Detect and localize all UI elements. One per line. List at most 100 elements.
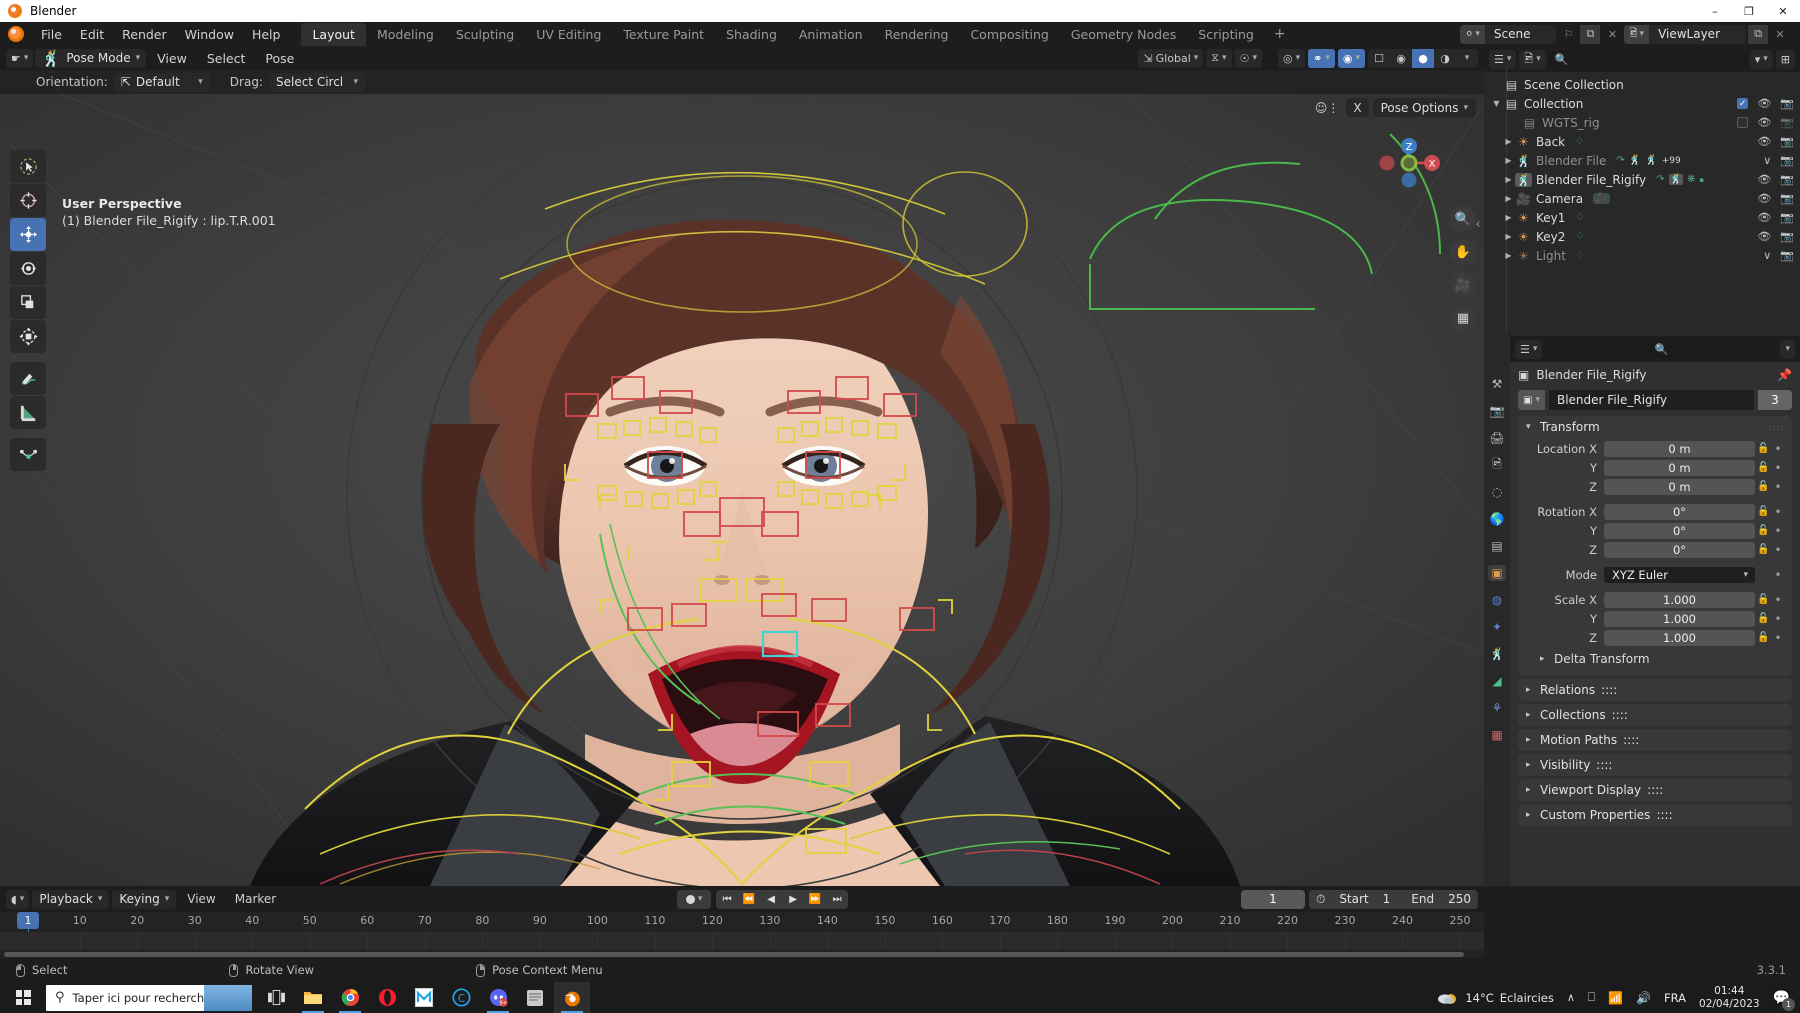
annotate-tool-button[interactable] bbox=[10, 362, 46, 395]
outliner-row-camera[interactable]: ▶ 🎥 Camera 🎥 👁 📷 bbox=[1484, 189, 1800, 208]
lock-icon[interactable]: 🔓 bbox=[1755, 506, 1772, 517]
navigation-gizmo[interactable]: Z X bbox=[1376, 130, 1442, 196]
transform-tool-button[interactable] bbox=[10, 320, 46, 353]
window-close-button[interactable]: ✕ bbox=[1766, 0, 1800, 22]
object-users-count[interactable]: 3 bbox=[1758, 390, 1792, 410]
outliner-editor-type-button[interactable]: ☰ ▾ bbox=[1489, 49, 1517, 69]
menu-window[interactable]: Window bbox=[176, 24, 243, 45]
viewport-gizmo-toggle[interactable]: ◎ ▾ bbox=[1277, 48, 1306, 68]
animate-dot-icon[interactable]: • bbox=[1772, 461, 1784, 475]
animate-dot-icon[interactable]: • bbox=[1772, 568, 1784, 582]
menu-help[interactable]: Help bbox=[243, 24, 290, 45]
eye-icon[interactable]: 👁 bbox=[1757, 230, 1771, 243]
file-explorer-button[interactable] bbox=[295, 982, 331, 1013]
scale-y-field[interactable]: 1.000 bbox=[1604, 610, 1755, 627]
scene-icon[interactable]: ⚪ ▾ bbox=[1459, 24, 1485, 44]
windows-start-button[interactable] bbox=[0, 982, 46, 1013]
taskbar-search-input[interactable]: ⚲ Taper ici pour rechercher bbox=[46, 984, 252, 1011]
tool-orientation-field[interactable]: ⇱ Default ▾ bbox=[113, 72, 210, 92]
zoom-nav-button[interactable]: 🔍 bbox=[1450, 206, 1476, 232]
editor-type-selector[interactable]: ☛ ▾ bbox=[6, 48, 34, 68]
viewport-menu-select[interactable]: Select bbox=[198, 48, 255, 69]
play-reverse-button[interactable]: ◀ bbox=[760, 890, 782, 909]
shading-dropdown[interactable]: ▾ bbox=[1456, 49, 1478, 68]
shading-solid[interactable]: ◉ bbox=[1390, 49, 1412, 68]
menu-edit[interactable]: Edit bbox=[71, 24, 113, 45]
add-workspace-button[interactable]: + bbox=[1265, 24, 1295, 44]
location-x-field[interactable]: 0 m bbox=[1604, 440, 1755, 457]
timer-icon[interactable]: ⏱ bbox=[1309, 892, 1332, 907]
menu-render[interactable]: Render bbox=[113, 24, 176, 45]
next-keyframe-button[interactable]: ⏩ bbox=[804, 890, 826, 909]
viewport-menu-pose[interactable]: Pose bbox=[256, 48, 303, 69]
custom-prop-icon[interactable]: ▪ bbox=[1699, 176, 1704, 184]
texture-tab[interactable]: ▦ bbox=[1488, 727, 1506, 743]
mega-button[interactable] bbox=[406, 982, 442, 1013]
object-tab[interactable]: ▣ bbox=[1488, 565, 1506, 581]
jump-to-start-button[interactable]: ⏮ bbox=[716, 890, 738, 909]
move-tool-button[interactable] bbox=[10, 218, 46, 251]
timeline-editor-type-button[interactable]: ◖ ▾ bbox=[6, 889, 30, 909]
camera-view-button[interactable]: 🎥 bbox=[1450, 272, 1476, 298]
expand-arrow-icon[interactable]: ▶ bbox=[1502, 232, 1515, 241]
physics-tab[interactable]: ✦ bbox=[1488, 619, 1506, 635]
armature-data-icon[interactable]: 🕺 bbox=[1668, 174, 1683, 185]
shading-wireframe[interactable]: ☐ bbox=[1368, 49, 1390, 68]
eye-icon[interactable]: 👁 bbox=[1757, 116, 1771, 129]
camera-icon[interactable]: 📷 bbox=[1780, 249, 1794, 262]
tab-shading[interactable]: Shading bbox=[715, 23, 788, 46]
snap-toggle-button[interactable]: ⧖ ▾ bbox=[1206, 48, 1232, 68]
outliner-row-blender-file-rigify[interactable]: ▶ 🕺 Blender File_Rigify ↷ 🕺 ❋ ▪ 👁 📷 bbox=[1484, 170, 1800, 189]
properties-options-button[interactable]: ▾ bbox=[1780, 339, 1795, 359]
pin-id-icon[interactable]: 📌 bbox=[1777, 368, 1792, 382]
expand-arrow-icon[interactable]: ▶ bbox=[1502, 175, 1515, 184]
end-frame-value[interactable]: 250 bbox=[1441, 892, 1478, 906]
xray-toggle[interactable]: ◉ ▾ bbox=[1337, 48, 1365, 68]
camera-icon[interactable]: 📷 bbox=[1780, 135, 1794, 148]
bone-tab[interactable]: ⚘ bbox=[1488, 700, 1506, 716]
properties-search-input[interactable]: 🔍 bbox=[1546, 340, 1777, 358]
object-data-tab[interactable]: ◢ bbox=[1488, 673, 1506, 689]
remove-viewlayer-button[interactable]: ✕ bbox=[1770, 25, 1790, 44]
viewport-menu-view[interactable]: View bbox=[148, 48, 196, 69]
viewport-overlays-toggle[interactable]: ⚭ ▾ bbox=[1308, 48, 1335, 68]
timeline-scrollbar[interactable] bbox=[0, 950, 1484, 958]
object-name-field[interactable]: Blender File_Rigify bbox=[1548, 390, 1754, 410]
lock-icon[interactable]: 🔓 bbox=[1755, 594, 1772, 605]
outliner-row-key1[interactable]: ▶ ☀ Key1 ♢ 👁 📷 bbox=[1484, 208, 1800, 227]
pose-x-mirror-button[interactable]: X bbox=[1346, 98, 1369, 117]
current-frame-field[interactable]: 1 bbox=[1240, 889, 1305, 909]
outliner-row-collection[interactable]: ▼ ▤ Collection ✓ 👁 📷 bbox=[1484, 94, 1800, 113]
proportional-edit-button[interactable]: ☉ ▾ bbox=[1234, 48, 1262, 68]
blender-logo-icon[interactable] bbox=[8, 26, 24, 42]
scale-x-field[interactable]: 1.000 bbox=[1604, 591, 1755, 608]
collections-panel[interactable]: ▸ Collections :::: bbox=[1518, 704, 1792, 726]
custom-properties-panel[interactable]: ▸ Custom Properties :::: bbox=[1518, 804, 1792, 826]
collection-enable-checkbox[interactable]: ✓ bbox=[1737, 98, 1749, 109]
expand-arrow-icon[interactable]: ▶ bbox=[1502, 137, 1515, 146]
viewport-display-panel[interactable]: ▸ Viewport Display :::: bbox=[1518, 779, 1792, 801]
animate-dot-icon[interactable]: • bbox=[1772, 442, 1784, 456]
timeline-scroll-thumb[interactable] bbox=[4, 952, 1464, 957]
camera-icon[interactable]: 📷 bbox=[1780, 230, 1794, 243]
outliner-row-key2[interactable]: ▶ ☀ Key2 ♢ 👁 📷 bbox=[1484, 227, 1800, 246]
menu-file[interactable]: File bbox=[32, 24, 71, 45]
unlink-scene-button[interactable]: ✕ bbox=[1602, 25, 1622, 44]
outliner-row-blender-file[interactable]: ▶ 🕺 Blender File ↷ 🕺 🕺 +99 ∨ 📷 bbox=[1484, 151, 1800, 170]
screen-capture-icon[interactable]: ⎕ bbox=[1588, 990, 1595, 1005]
animate-dot-icon[interactable]: • bbox=[1772, 593, 1784, 607]
rotate-tool-button[interactable] bbox=[10, 252, 46, 285]
camera-icon[interactable]: 📷 bbox=[1780, 97, 1794, 110]
transform-panel-header[interactable]: ▾ Transform :::: bbox=[1518, 416, 1792, 438]
tab-layout[interactable]: Layout bbox=[301, 22, 366, 46]
shading-rendered[interactable]: ◑ bbox=[1434, 49, 1456, 68]
viewport-3d-canvas[interactable]: User Perspective (1) Blender File_Rigify… bbox=[0, 94, 1484, 886]
start-frame-value[interactable]: 1 bbox=[1376, 892, 1398, 906]
scale-z-field[interactable]: 1.000 bbox=[1604, 629, 1755, 646]
interaction-mode-selector[interactable]: 🕺 Pose Mode ▾ bbox=[35, 48, 147, 68]
notification-center-button[interactable]: 💬 1 bbox=[1773, 990, 1795, 1011]
playback-menu[interactable]: Playback ▾ bbox=[32, 889, 110, 909]
camera-disabled-icon[interactable]: 📷 bbox=[1780, 116, 1794, 129]
relations-panel[interactable]: ▸ Relations :::: bbox=[1518, 679, 1792, 701]
tweak-tool-button[interactable] bbox=[10, 150, 46, 183]
